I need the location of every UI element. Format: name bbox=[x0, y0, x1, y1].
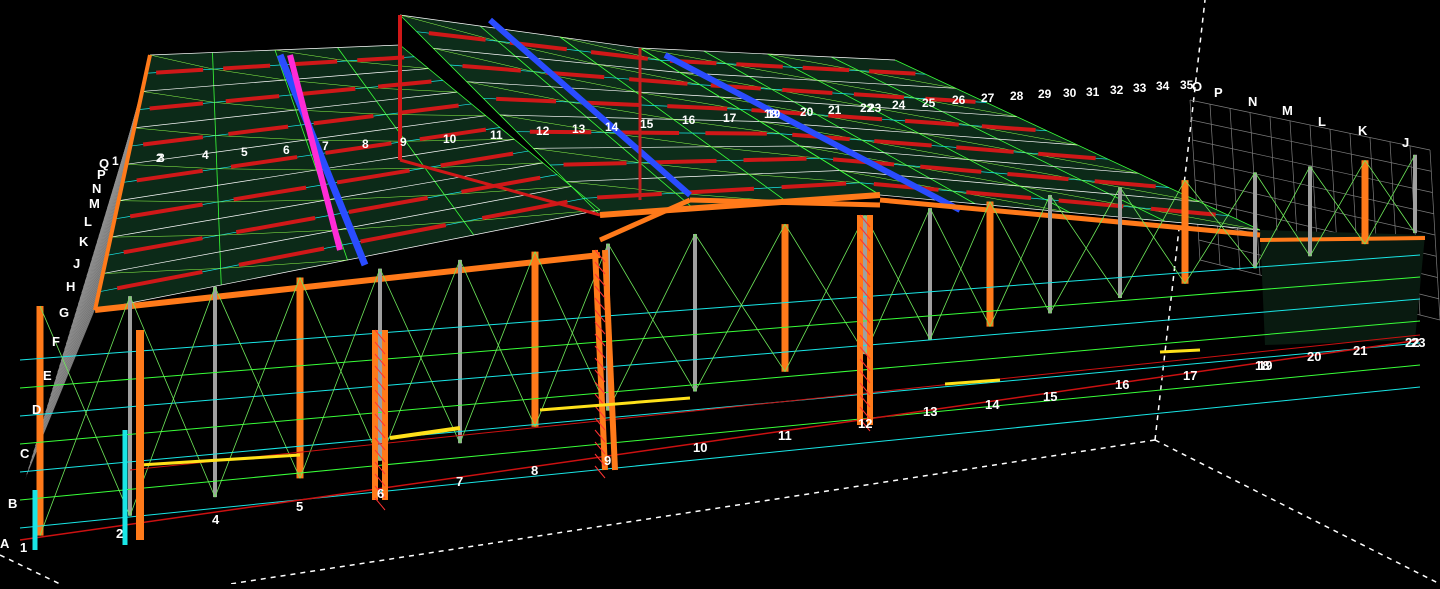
roof-grid-label-16: 16 bbox=[682, 113, 696, 127]
row-label-right-K: K bbox=[1358, 123, 1368, 138]
roof-unit bbox=[654, 161, 717, 163]
roof-grid-label-7: 7 bbox=[322, 139, 329, 153]
roof-grid-label-14: 14 bbox=[605, 120, 619, 134]
roof-grid-label-6: 6 bbox=[283, 143, 290, 157]
row-label-left-Q: Q bbox=[99, 156, 109, 171]
front-grid-label-12: 12 bbox=[858, 416, 872, 431]
front-grid-label-10: 10 bbox=[693, 440, 707, 455]
front-grid-label-1: 1 bbox=[20, 540, 27, 555]
row-label-left-A: A bbox=[0, 536, 10, 551]
roof-grid-label-19: 19 bbox=[767, 107, 781, 121]
roof-unit bbox=[736, 64, 782, 66]
front-grid-label-7: 7 bbox=[456, 474, 463, 489]
roof-grid-label-29: 29 bbox=[1038, 87, 1052, 101]
front-grid-label-23: 23 bbox=[1411, 335, 1425, 350]
row-label-left-H: H bbox=[66, 279, 75, 294]
row-label-left-L: L bbox=[84, 214, 92, 229]
roof-grid-label-9: 9 bbox=[400, 135, 407, 149]
roof-unit bbox=[496, 99, 556, 102]
roof-grid-label-28: 28 bbox=[1010, 89, 1024, 103]
front-grid-label-21: 21 bbox=[1353, 343, 1367, 358]
front-grid-label-6: 6 bbox=[377, 486, 384, 501]
roof-grid-label-21: 21 bbox=[828, 103, 842, 117]
roof-grid-label-23: 23 bbox=[868, 101, 882, 115]
roof-unit bbox=[667, 106, 727, 109]
row-label-left-C: C bbox=[20, 446, 30, 461]
eave-beam-annex bbox=[1260, 238, 1425, 240]
row-label-right-L: L bbox=[1318, 114, 1326, 129]
roof-grid-label-1: 1 bbox=[112, 154, 119, 168]
row-label-left-G: G bbox=[59, 305, 69, 320]
row-label-left-N: N bbox=[92, 181, 101, 196]
structural-3d-model[interactable]: 1245678910111213141516171819202122231234… bbox=[0, 0, 1440, 584]
rail bbox=[1160, 350, 1200, 352]
roof-grid-label-20: 20 bbox=[800, 105, 814, 119]
row-label-right-N: N bbox=[1248, 94, 1257, 109]
roof-grid-label-8: 8 bbox=[362, 137, 369, 151]
front-grid-label-13: 13 bbox=[923, 404, 937, 419]
roof-grid-label-17: 17 bbox=[723, 111, 737, 125]
roof-grid-label-27: 27 bbox=[981, 91, 995, 105]
row-label-left-B: B bbox=[8, 496, 17, 511]
roof-unit bbox=[564, 163, 627, 165]
model-viewport[interactable]: 1245678910111213141516171819202122231234… bbox=[0, 0, 1440, 584]
roof-grid-label-26: 26 bbox=[952, 93, 966, 107]
front-grid-label-8: 8 bbox=[531, 463, 538, 478]
roof-grid-label-12: 12 bbox=[536, 124, 550, 138]
row-label-left-K: K bbox=[79, 234, 89, 249]
row-label-left-D: D bbox=[32, 402, 41, 417]
roof-unit bbox=[744, 159, 807, 161]
front-grid-label-16: 16 bbox=[1115, 377, 1129, 392]
roof-grid-label-5: 5 bbox=[241, 145, 248, 159]
roof-grid-label-10: 10 bbox=[443, 132, 457, 146]
roof-grid-label-11: 11 bbox=[490, 128, 503, 142]
front-grid-label-20: 20 bbox=[1307, 349, 1321, 364]
front-grid-label-14: 14 bbox=[985, 397, 1000, 412]
roof-grid-label-24: 24 bbox=[892, 98, 906, 112]
row-label-right-M: M bbox=[1282, 103, 1293, 118]
front-grid-label-17: 17 bbox=[1183, 368, 1197, 383]
roof-grid-label-3: 3 bbox=[158, 151, 165, 165]
roof-grid-label-34: 34 bbox=[1156, 79, 1170, 93]
roof-grid-label-15: 15 bbox=[640, 117, 654, 131]
row-label-left-F: F bbox=[52, 334, 60, 349]
front-grid-label-2: 2 bbox=[116, 526, 123, 541]
front-grid-label-9: 9 bbox=[604, 453, 611, 468]
row-label-right-O: O bbox=[1192, 79, 1202, 94]
roof-grid-label-25: 25 bbox=[922, 96, 936, 110]
front-grid-label-15: 15 bbox=[1043, 389, 1057, 404]
row-label-left-E: E bbox=[43, 368, 52, 383]
roof-grid-label-33: 33 bbox=[1133, 81, 1147, 95]
row-label-left-M: M bbox=[89, 196, 100, 211]
front-grid-label-19: 19 bbox=[1258, 358, 1272, 373]
front-grid-label-11: 11 bbox=[778, 428, 792, 443]
front-grid-label-4: 4 bbox=[212, 512, 220, 527]
roof-unit bbox=[869, 71, 915, 73]
roof-unit bbox=[803, 68, 849, 70]
roof-grid-label-32: 32 bbox=[1110, 83, 1124, 97]
row-label-right-J: J bbox=[1402, 135, 1409, 150]
roof-grid-label-30: 30 bbox=[1063, 86, 1077, 100]
row-label-left-J: J bbox=[73, 256, 80, 271]
roof-grid-label-13: 13 bbox=[572, 122, 586, 136]
row-label-right-P: P bbox=[1214, 85, 1223, 100]
front-grid-label-5: 5 bbox=[296, 499, 303, 514]
roof-grid-label-31: 31 bbox=[1086, 85, 1100, 99]
roof-grid-label-4: 4 bbox=[202, 148, 209, 162]
